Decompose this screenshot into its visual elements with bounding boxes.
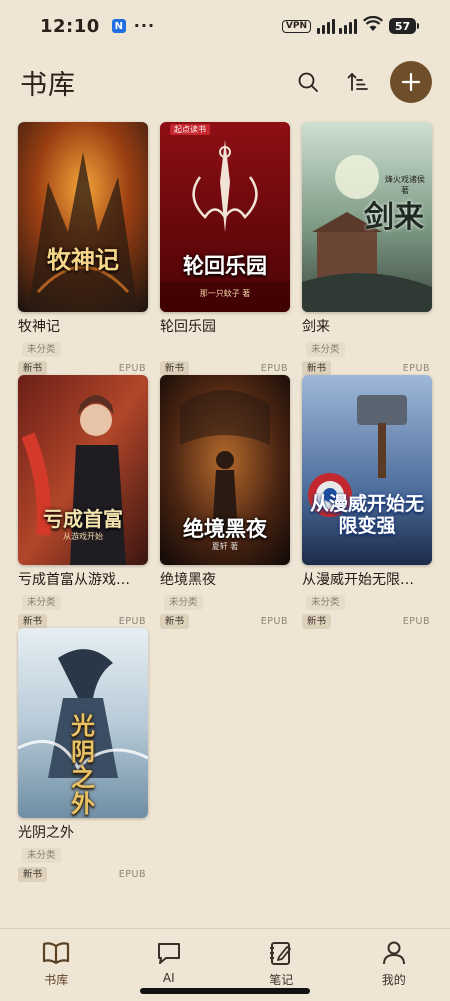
notification-app-icon: N: [111, 19, 126, 33]
battery-icon: 57: [389, 18, 419, 34]
book-meta: 新书 EPUB: [302, 361, 432, 376]
nav-label: 笔记: [269, 973, 294, 987]
book-category: 未分类: [306, 342, 345, 357]
cover-author: 从游戏开始: [63, 532, 103, 541]
new-book-badge: 新书: [302, 361, 332, 376]
new-book-badge: 新书: [160, 361, 190, 376]
add-book-button[interactable]: [390, 61, 432, 103]
book-title: 光阴之外: [18, 825, 74, 841]
cover-art: [18, 122, 148, 312]
book-card[interactable]: 从漫威开始无限变强 从漫威开始无限… 未分类 新书 EPUB: [302, 375, 432, 629]
book-grid: 牧神记 牧神记 未分类 新书 EPUB 起点读书 轮回乐园 那一只蚊子 著 轮回…: [18, 122, 432, 882]
new-book-badge: 新书: [160, 614, 190, 629]
book-format: EPUB: [402, 363, 430, 374]
book-category: 未分类: [22, 595, 61, 610]
book-card[interactable]: 剑来 烽火戏诸侯 著 剑来 未分类 新书 EPUB: [302, 122, 432, 376]
status-bar: 12:10 N ··· VPN 57: [0, 0, 450, 52]
book-format: EPUB: [118, 616, 146, 627]
cover-title: 光阴之外: [71, 712, 95, 818]
book-cover[interactable]: 牧神记: [18, 122, 148, 312]
nav-label: AI: [162, 971, 175, 985]
book-format: EPUB: [260, 616, 288, 627]
notebook-pen-icon: [267, 939, 295, 967]
status-time: 12:10: [40, 15, 100, 37]
signal-2-icon: [339, 18, 357, 34]
book-meta: 新书 EPUB: [160, 614, 290, 629]
new-book-badge: 新书: [302, 614, 332, 629]
book-title: 牧神记: [18, 319, 60, 335]
signal-icon: [317, 18, 335, 34]
book-format: EPUB: [118, 869, 146, 880]
plus-icon: [401, 72, 421, 92]
header-actions: [290, 61, 432, 103]
cover-title: 剑来: [364, 200, 424, 235]
book-open-icon: [42, 939, 70, 967]
book-cover[interactable]: 光阴之外: [18, 628, 148, 818]
search-icon: [298, 72, 318, 92]
book-meta: 新书 EPUB: [18, 361, 148, 376]
book-title: 剑来: [302, 319, 330, 335]
cover-title: 轮回乐园: [183, 254, 267, 278]
book-meta: 新书 EPUB: [18, 614, 148, 629]
cover-title: 牧神记: [47, 246, 119, 274]
sort-icon: [347, 73, 368, 91]
book-category: 未分类: [22, 848, 61, 863]
app-header: 书库: [0, 58, 450, 106]
cover-title: 从漫威开始无限变强: [310, 493, 425, 537]
book-title: 从漫威开始无限…: [302, 572, 414, 588]
book-card[interactable]: 牧神记 牧神记 未分类 新书 EPUB: [18, 122, 148, 376]
book-category: 未分类: [306, 595, 345, 610]
book-title: 绝境黑夜: [160, 572, 216, 588]
book-card[interactable]: 光阴之外 光阴之外 未分类 新书 EPUB: [18, 628, 148, 882]
book-card[interactable]: 亏成首富 从游戏开始 亏成首富从游戏… 未分类 新书 EPUB: [18, 375, 148, 629]
book-meta: 新书 EPUB: [302, 614, 432, 629]
home-indicator[interactable]: [140, 988, 310, 994]
book-meta: 新书 EPUB: [160, 361, 290, 376]
wifi-icon: [363, 15, 383, 36]
chat-bubble-icon: [155, 939, 183, 967]
status-indicators: VPN 57: [281, 15, 419, 36]
person-icon: [380, 939, 408, 967]
vpn-icon: VPN: [281, 19, 311, 33]
book-meta: 新书 EPUB: [18, 867, 148, 882]
book-cover[interactable]: 从漫威开始无限变强: [302, 375, 432, 565]
cover-title: 绝境黑夜: [183, 517, 267, 541]
cover-brand: 起点读书: [170, 124, 210, 135]
nav-profile[interactable]: 我的: [338, 929, 450, 1001]
new-book-badge: 新书: [18, 614, 48, 629]
more-notifications-icon: ···: [133, 16, 156, 35]
book-cover[interactable]: 起点读书 轮回乐园 那一只蚊子 著: [160, 122, 290, 312]
book-format: EPUB: [402, 616, 430, 627]
book-format: EPUB: [260, 363, 288, 374]
nav-library[interactable]: 书库: [0, 929, 113, 1001]
book-category: 未分类: [164, 595, 203, 610]
book-cover[interactable]: 剑来 烽火戏诸侯 著: [302, 122, 432, 312]
new-book-badge: 新书: [18, 361, 48, 376]
nav-label: 我的: [381, 973, 406, 987]
book-cover[interactable]: 绝境黑夜 夏轩 著: [160, 375, 290, 565]
search-button[interactable]: [290, 64, 326, 100]
cover-author: 那一只蚊子 著: [199, 289, 251, 298]
nav-label: 书库: [44, 973, 69, 987]
page-title: 书库: [20, 69, 76, 101]
cover-author: 夏轩 著: [211, 542, 239, 551]
sort-button[interactable]: [340, 64, 376, 100]
new-book-badge: 新书: [18, 867, 48, 882]
cover-title: 亏成首富: [43, 507, 123, 531]
book-title: 亏成首富从游戏…: [18, 572, 130, 588]
book-cover[interactable]: 亏成首富 从游戏开始: [18, 375, 148, 565]
cover-author: 烽火戏诸侯 著: [385, 175, 425, 195]
book-card[interactable]: 绝境黑夜 夏轩 著 绝境黑夜 未分类 新书 EPUB: [160, 375, 290, 629]
book-card[interactable]: 起点读书 轮回乐园 那一只蚊子 著 轮回乐园 . 新书 EPUB: [160, 122, 290, 376]
book-title: 轮回乐园: [160, 319, 216, 335]
book-format: EPUB: [118, 363, 146, 374]
cover-art: [160, 122, 290, 312]
book-category: 未分类: [22, 342, 61, 357]
